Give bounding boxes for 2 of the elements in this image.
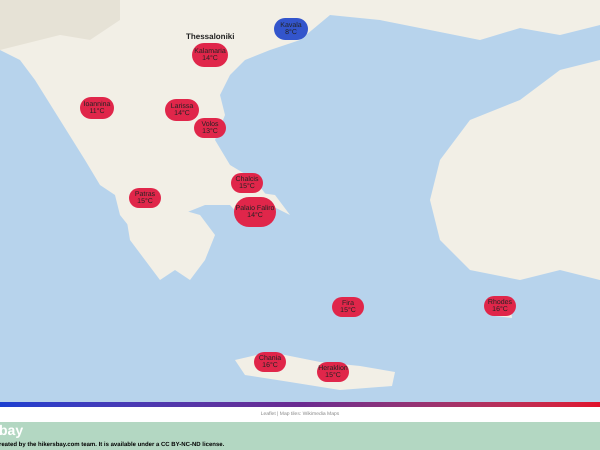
footer-title: bay bbox=[0, 422, 24, 436]
city-label: Thessaloniki bbox=[186, 33, 234, 41]
